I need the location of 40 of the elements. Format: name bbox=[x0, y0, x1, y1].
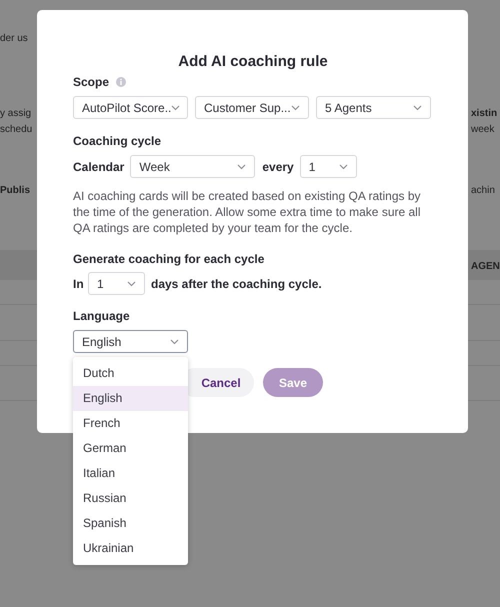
dropdown-option[interactable]: French bbox=[73, 411, 188, 436]
dropdown-select[interactable]: Week bbox=[130, 155, 256, 178]
background-text: y assig bbox=[0, 107, 32, 121]
dialog-title: Add AI coaching rule bbox=[177, 53, 329, 71]
dropdown-select[interactable]: 5 Agents bbox=[316, 96, 431, 119]
dropdown-select[interactable]: Customer Sup... bbox=[195, 96, 309, 119]
field-label: every bbox=[262, 158, 294, 176]
description-text: AI coaching cards will be created based on existing QA ratings by the time of the generation. Allow some extra time to make sure all QA ratings are completed by your team for the cycle. bbox=[73, 188, 422, 236]
chevron-down-icon bbox=[170, 338, 179, 344]
background-text: schedu bbox=[0, 123, 32, 137]
background-text: week bbox=[471, 123, 494, 137]
dropdown-option[interactable]: Italian bbox=[73, 461, 188, 486]
background-text: der us bbox=[0, 32, 28, 46]
background-text: achin bbox=[471, 184, 495, 198]
dropdown-select[interactable]: 1 bbox=[300, 155, 357, 178]
chevron-down-icon bbox=[127, 280, 136, 286]
background-text: Publis bbox=[0, 184, 30, 198]
dropdown-select[interactable]: 1 bbox=[88, 272, 145, 295]
field-label: Calendar bbox=[73, 158, 124, 176]
chevron-down-icon bbox=[413, 104, 422, 110]
dropdown-option[interactable]: Russian bbox=[73, 486, 188, 511]
dropdown-option[interactable]: Spanish bbox=[73, 511, 188, 536]
section-label: Language bbox=[73, 308, 131, 324]
chevron-down-icon bbox=[171, 104, 180, 110]
dropdown-select[interactable]: AutoPilot Score.. bbox=[73, 96, 188, 119]
dropdown-option[interactable]: Ukrainian bbox=[73, 536, 188, 561]
dropdown-option[interactable]: English bbox=[73, 386, 188, 411]
background-text: xistin bbox=[471, 107, 498, 121]
dropdown-select[interactable]: English bbox=[73, 330, 188, 353]
section-label: Generate coaching for each cycle bbox=[73, 251, 266, 267]
info-icon bbox=[116, 77, 126, 87]
field-label: days after the coaching cycle. bbox=[151, 276, 322, 292]
field-label: Scope bbox=[73, 74, 110, 91]
chevron-down-icon bbox=[338, 164, 348, 170]
section-label: Coaching cycle bbox=[73, 133, 162, 149]
chevron-down-icon bbox=[237, 164, 246, 170]
chevron-down-icon bbox=[291, 104, 300, 110]
field-label: In bbox=[73, 276, 82, 292]
column-header: AGEN bbox=[471, 260, 500, 274]
dropdown-option[interactable]: German bbox=[73, 436, 188, 461]
